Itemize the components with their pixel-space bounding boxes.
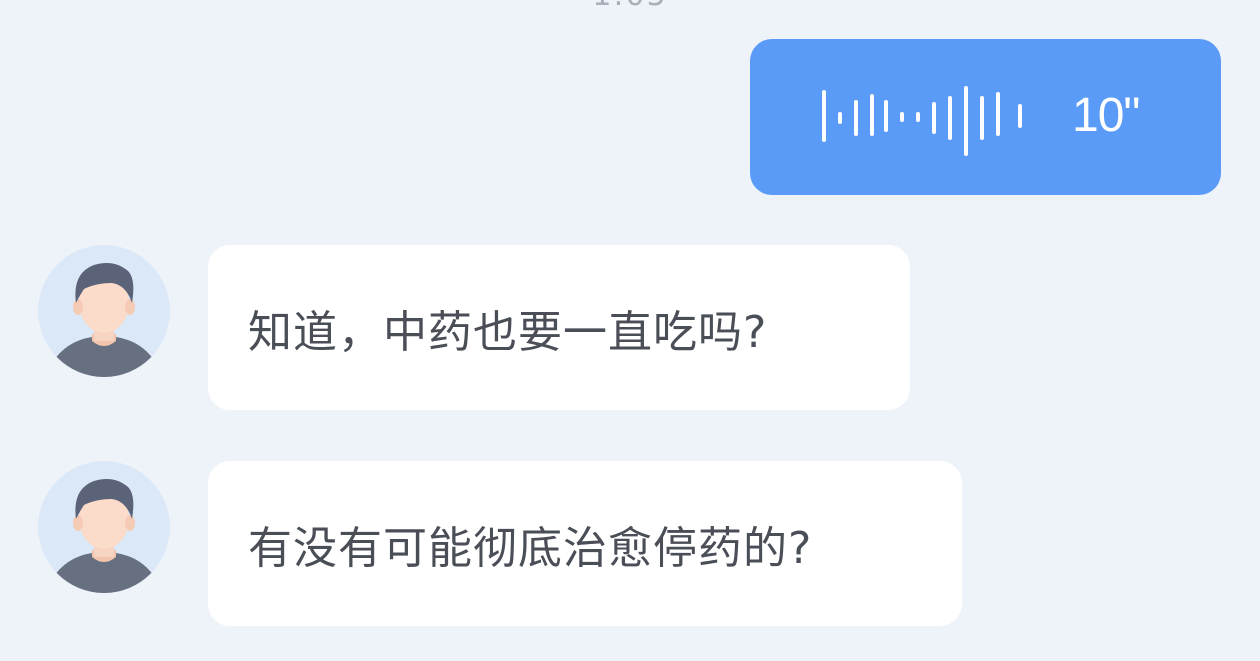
male-avatar-icon: [38, 461, 170, 593]
message-text: 知道，中药也要一直吃吗?: [248, 306, 768, 358]
voice-waveform-icon: [822, 86, 1022, 156]
male-avatar-icon: [38, 245, 170, 377]
message-text: 有没有可能彻底治愈停药的?: [248, 522, 813, 574]
doctor-avatar[interactable]: [38, 461, 170, 593]
incoming-message-bubble[interactable]: 有没有可能彻底治愈停药的?: [208, 461, 962, 626]
incoming-message-bubble[interactable]: 知道，中药也要一直吃吗?: [208, 245, 910, 410]
message-timestamp: 1:05: [0, 0, 1260, 13]
doctor-avatar[interactable]: [38, 245, 170, 377]
voice-duration-label: 10": [1072, 89, 1140, 142]
